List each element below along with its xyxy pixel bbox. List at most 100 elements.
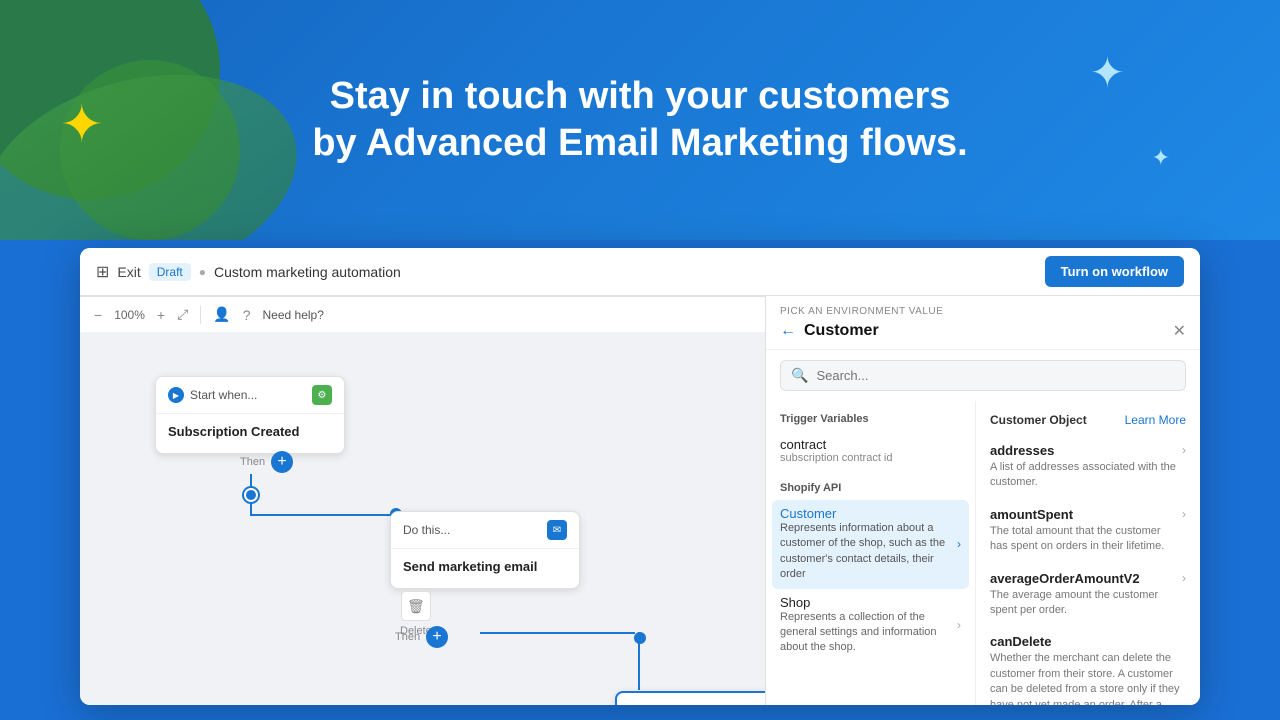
contract-var-name: contract	[780, 437, 961, 452]
trigger-section-label: Trigger Variables	[766, 409, 975, 431]
right-col-header: Customer Object Learn More	[976, 409, 1200, 435]
panel-title-row: ← Customer ✕	[780, 321, 1186, 341]
start-node[interactable]: ▶ Start when... ⚙ Subscription Created	[155, 376, 345, 454]
hero-line1: Stay in touch with your customers	[312, 73, 967, 121]
start-node-header: ▶ Start when... ⚙	[156, 377, 344, 414]
workflow-canvas: ▶ Start when... ⚙ Subscription Created T…	[80, 296, 765, 705]
check-node[interactable]: Check if... ☑ Select condition Then + Ot…	[615, 691, 765, 705]
check-node-title: Check if...	[629, 704, 682, 705]
panel-back-title: ← Customer	[780, 322, 879, 340]
right-panel: PICK AN ENVIRONMENT VALUE ← Customer ✕ 🔍…	[765, 296, 1200, 705]
h-line-1	[250, 514, 395, 516]
do-node-header: Do this... ✉	[391, 512, 579, 549]
hero-headline: Stay in touch with your customers by Adv…	[312, 73, 967, 168]
app-window: ⊞ Exit Draft ● Custom marketing automati…	[80, 248, 1200, 705]
zoom-out-icon[interactable]: −	[94, 307, 102, 323]
help-label: Need help?	[263, 308, 324, 322]
avg-order-chevron-icon: ›	[1182, 571, 1186, 585]
workflow-title: Custom marketing automation	[214, 264, 401, 280]
panel-right-column: Customer Object Learn More addresses A l…	[976, 401, 1200, 705]
shop-api-desc: Represents a collection of the general s…	[780, 610, 957, 656]
person-icon[interactable]: 👤	[213, 306, 230, 323]
then-connector-1: Then +	[240, 451, 293, 473]
panel-pick-label: PICK AN ENVIRONMENT VALUE	[780, 306, 1186, 317]
amount-spent-name: amountSpent	[990, 507, 1178, 522]
contract-var-sub: subscription contract id	[780, 452, 961, 464]
amount-spent-desc: The total amount that the customer has s…	[990, 524, 1178, 555]
search-input[interactable]	[816, 368, 1175, 383]
then-label-1: Then	[240, 456, 265, 468]
avg-order-content: averageOrderAmountV2 The average amount …	[990, 571, 1178, 619]
amount-spent-content: amountSpent The total amount that the cu…	[990, 507, 1178, 555]
can-delete-content: canDelete Whether the merchant can delet…	[990, 634, 1186, 705]
bottom-bar: − 100% + ⤢ 👤 ? Need help?	[80, 296, 765, 332]
panel-left-column: Trigger Variables contract subscription …	[766, 401, 976, 705]
search-icon: 🔍	[791, 367, 808, 384]
close-panel-icon[interactable]: ✕	[1173, 321, 1186, 341]
addresses-chevron-icon: ›	[1182, 443, 1186, 457]
bottom-divider	[200, 306, 201, 324]
main-content: ▶ Start when... ⚙ Subscription Created T…	[80, 296, 1200, 705]
addresses-name: addresses	[990, 443, 1178, 458]
do-node[interactable]: Do this... ✉ Send marketing email	[390, 511, 580, 589]
fit-icon[interactable]: ⤢	[177, 306, 188, 323]
customer-api-item[interactable]: Customer Represents information about a …	[772, 500, 969, 589]
learn-more-link[interactable]: Learn More	[1125, 413, 1186, 427]
h-line-2	[480, 632, 635, 634]
star-blue-tiny-icon: ✦	[1152, 145, 1170, 171]
then-label-2: Then	[395, 631, 420, 643]
start-node-label: Subscription Created	[168, 424, 332, 439]
can-delete-desc: Whether the merchant can delete the cust…	[990, 651, 1186, 705]
panel-columns: Trigger Variables contract subscription …	[766, 401, 1200, 705]
zoom-level: 100%	[114, 308, 145, 322]
addresses-desc: A list of addresses associated with the …	[990, 460, 1178, 491]
customer-api-content: Customer Represents information about a …	[780, 506, 957, 583]
zoom-in-icon[interactable]: +	[157, 307, 165, 323]
exit-button[interactable]: Exit	[117, 264, 140, 280]
can-delete-name: canDelete	[990, 634, 1186, 649]
panel-title: Customer	[804, 322, 879, 340]
can-delete-item[interactable]: canDelete Whether the merchant can delet…	[976, 626, 1200, 705]
help-icon[interactable]: ?	[243, 307, 251, 323]
check-node-header: Check if... ☑	[617, 693, 765, 705]
separator-icon: ●	[199, 265, 206, 279]
avg-order-name: averageOrderAmountV2	[990, 571, 1178, 586]
do-node-title: Do this...	[403, 523, 450, 537]
delete-button[interactable]: 🗑	[401, 591, 431, 621]
amount-spent-chevron-icon: ›	[1182, 507, 1186, 521]
addresses-item[interactable]: addresses A list of addresses associated…	[976, 435, 1200, 499]
customer-api-name: Customer	[780, 506, 957, 521]
search-box: 🔍	[780, 360, 1186, 391]
add-step-2-button[interactable]: +	[426, 626, 448, 648]
customer-api-desc: Represents information about a customer …	[780, 521, 957, 583]
draft-badge: Draft	[149, 263, 191, 281]
contract-var-item[interactable]: contract subscription contract id	[766, 431, 975, 470]
connector-line-3	[638, 632, 640, 690]
add-step-1-button[interactable]: +	[271, 451, 293, 473]
play-icon: ▶	[168, 387, 184, 403]
back-arrow-icon[interactable]: ←	[780, 322, 796, 340]
start-node-title: ▶ Start when...	[168, 387, 257, 403]
hero-section: ✦ ✦ ✦ Stay in touch with your customers …	[0, 0, 1280, 240]
connector-dot-1	[244, 488, 258, 502]
amount-spent-item[interactable]: amountSpent The total amount that the cu…	[976, 499, 1200, 563]
shop-api-content: Shop Represents a collection of the gene…	[780, 595, 957, 656]
turn-on-workflow-button[interactable]: Turn on workflow	[1045, 256, 1184, 287]
shop-chevron-icon: ›	[957, 618, 961, 632]
avg-order-item[interactable]: averageOrderAmountV2 The average amount …	[976, 563, 1200, 627]
connector-dot-3	[634, 632, 646, 644]
star-blue-large-icon: ✦	[1090, 48, 1125, 97]
toolbar: ⊞ Exit Draft ● Custom marketing automati…	[80, 248, 1200, 296]
addresses-content: addresses A list of addresses associated…	[990, 443, 1178, 491]
shop-api-name: Shop	[780, 595, 957, 610]
customer-chevron-icon: ›	[957, 537, 961, 551]
shop-api-item[interactable]: Shop Represents a collection of the gene…	[766, 589, 975, 662]
do-node-label: Send marketing email	[403, 559, 567, 574]
panel-header: PICK AN ENVIRONMENT VALUE ← Customer ✕	[766, 296, 1200, 350]
right-col-label: Customer Object	[990, 413, 1087, 427]
do-node-body: Send marketing email	[391, 549, 579, 588]
hero-line2: by Advanced Email Marketing flows.	[312, 120, 967, 168]
app-icon: ⊞	[96, 262, 109, 282]
email-icon: ✉	[547, 520, 567, 540]
start-node-settings-icon[interactable]: ⚙	[312, 385, 332, 405]
